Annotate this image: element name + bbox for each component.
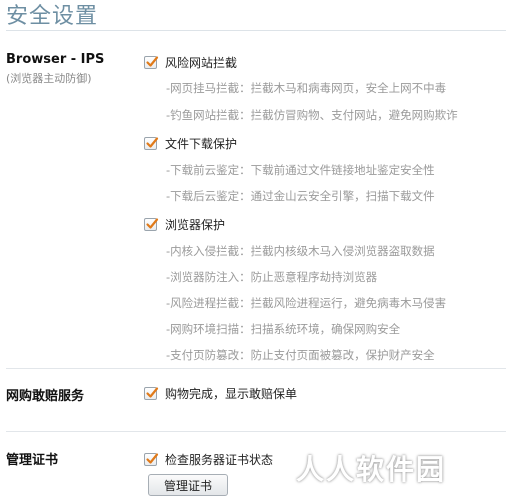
section-sub-browser-ips: (浏览器主动防御) (6, 72, 92, 85)
detail-item: -浏览器防注入：防止恶意程序劫持浏览器 (166, 270, 378, 284)
watermark: 人人软件园 (296, 453, 447, 486)
checkmark-icon (146, 386, 159, 398)
checkbox-label-download-protection: 文件下载保护 (165, 136, 238, 151)
checkmark-icon (146, 136, 159, 148)
detail-item: -下载后云鉴定：通过金山云安全引擎，扫描下载文件 (166, 189, 435, 203)
detail-item: -钓鱼网站拦截：拦截仿冒购物、支付网站，避免网购欺诈 (166, 108, 458, 122)
section-label-browser-ips: Browser - IPS (6, 52, 105, 67)
checkbox-risk-site-block[interactable] (144, 55, 159, 69)
detail-item: -网购环境扫描：扫描系统环境，确保网购安全 (166, 322, 401, 336)
detail-item: -内核入侵拦截：拦截内核级木马入侵浏览器盗取数据 (166, 244, 435, 258)
section-divider (6, 368, 506, 369)
detail-item: -网页挂马拦截：拦截木马和病毒网页，安全上网不中毒 (166, 81, 447, 95)
section-label-certificate: 管理证书 (6, 453, 59, 468)
checkbox-browser-protection[interactable] (144, 217, 159, 231)
checkbox-row-shopping-policy[interactable]: 购物完成，显示敢赔保单 (144, 384, 297, 402)
page-title: 安全设置 (6, 4, 99, 29)
section-label-shopping: 网购敢赔服务 (6, 389, 85, 404)
section-sub-text: 浏览器主动防御 (10, 72, 88, 85)
checkmark-icon (146, 217, 159, 229)
manage-certificate-button[interactable]: 管理证书 (148, 474, 228, 496)
security-settings-page: 安全设置 Browser - IPS (浏览器主动防御) 风险网站拦截 -网页挂… (0, 0, 508, 501)
checkbox-shopping-policy[interactable] (144, 386, 159, 400)
checkbox-label-shopping-policy: 购物完成，显示敢赔保单 (165, 386, 298, 401)
checkbox-download-protection[interactable] (144, 136, 159, 150)
checkbox-cert-check[interactable] (144, 452, 159, 466)
checkbox-label-browser-protection: 浏览器保护 (165, 217, 226, 232)
detail-item: -风险进程拦截：拦截风险进程运行，避免病毒木马侵害 (166, 296, 447, 310)
checkbox-row-risk-site-block[interactable]: 风险网站拦截 (144, 53, 237, 71)
section-divider (6, 431, 506, 432)
detail-item: -下载前云鉴定：下载前通过文件链接地址鉴定安全性 (166, 163, 435, 177)
checkbox-row-cert-check[interactable]: 检查服务器证书状态 (144, 450, 273, 468)
checkbox-row-download-protection[interactable]: 文件下载保护 (144, 134, 237, 152)
checkbox-label-risk-site-block: 风险网站拦截 (165, 55, 238, 70)
detail-item: -支付页防篡改：防止支付页面被篡改，保护财产安全 (166, 348, 435, 362)
checkbox-row-browser-protection[interactable]: 浏览器保护 (144, 215, 225, 233)
checkmark-icon (146, 55, 159, 67)
title-divider (6, 30, 506, 31)
checkbox-label-cert-check: 检查服务器证书状态 (165, 452, 274, 467)
checkmark-icon (146, 452, 159, 464)
